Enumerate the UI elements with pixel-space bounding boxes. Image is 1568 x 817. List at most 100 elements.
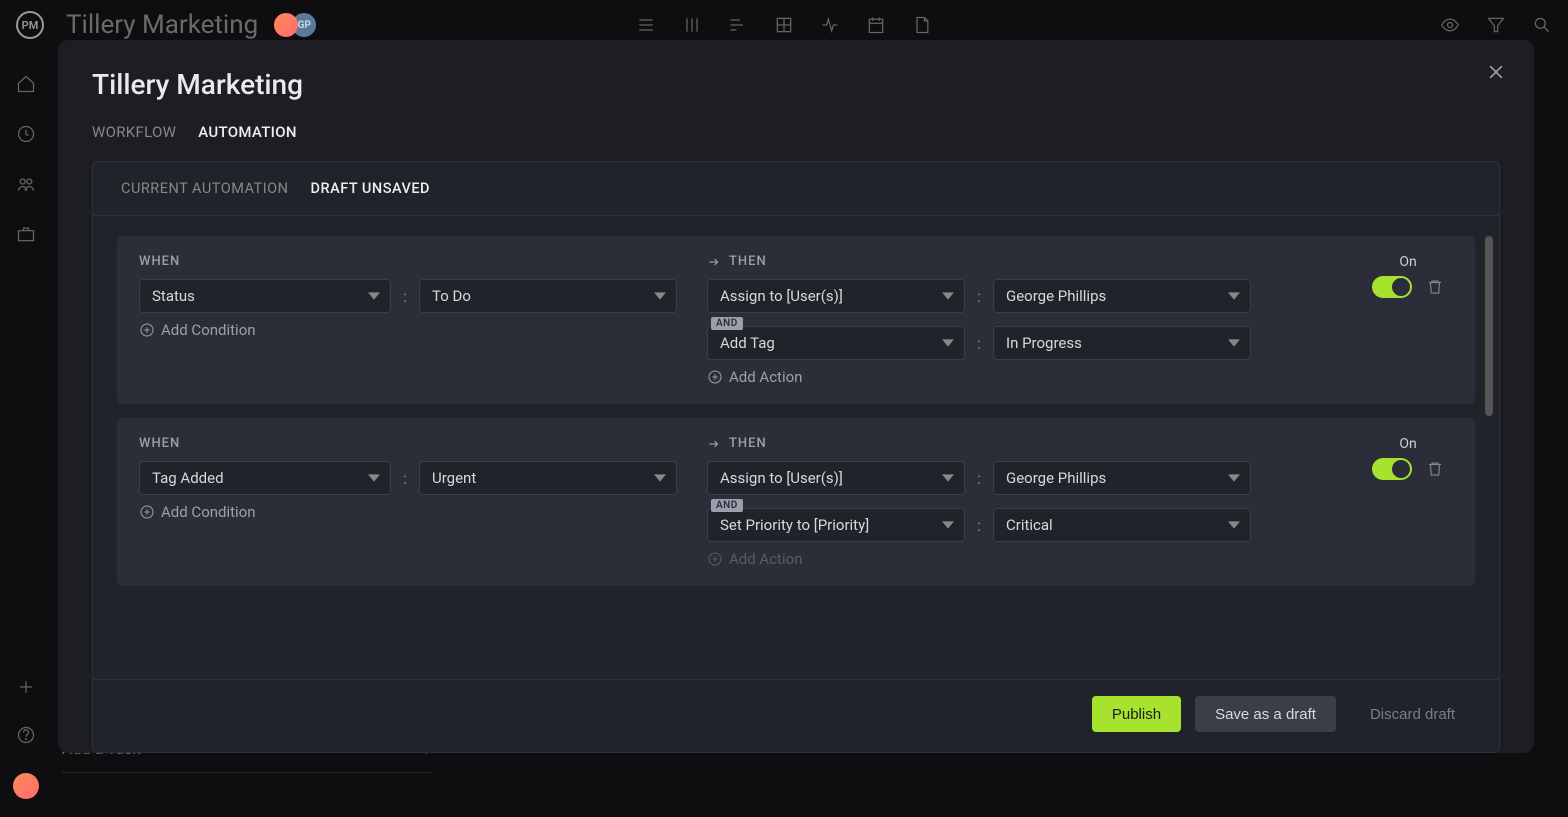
modal-footer: Publish Save as a draft Discard draft	[93, 679, 1499, 752]
colon-separator: :	[975, 287, 983, 306]
toggle-label: On	[1399, 436, 1416, 452]
activity-icon[interactable]	[820, 15, 840, 35]
action-value-select[interactable]: In Progress	[993, 326, 1251, 360]
when-field-select[interactable]: Status	[139, 279, 391, 313]
chevron-down-icon	[1228, 337, 1240, 349]
action-type-select[interactable]: Assign to [User(s)]	[707, 461, 965, 495]
briefcase-icon[interactable]	[16, 224, 36, 244]
chevron-down-icon	[1228, 472, 1240, 484]
action-type-text: Assign to [User(s)]	[720, 287, 843, 305]
user-avatar[interactable]	[13, 773, 39, 799]
chevron-down-icon	[368, 290, 380, 302]
when-label: WHEN	[139, 436, 699, 451]
action-value-text: In Progress	[1006, 334, 1082, 352]
subtab-current-automation[interactable]: CURRENT AUTOMATION	[121, 180, 288, 197]
history-icon[interactable]	[16, 124, 36, 144]
chevron-down-icon	[1228, 519, 1240, 531]
add-condition-label: Add Condition	[161, 503, 256, 521]
plus-icon[interactable]	[16, 677, 36, 697]
automation-rule: WHEN Status : To Do	[117, 236, 1475, 404]
team-icon[interactable]	[16, 174, 36, 194]
files-icon[interactable]	[912, 15, 932, 35]
chevron-down-icon	[654, 290, 666, 302]
modal-tabs: WORKFLOW AUTOMATION	[92, 123, 1500, 141]
eye-icon[interactable]	[1440, 15, 1460, 35]
board-view-icon[interactable]	[682, 15, 702, 35]
arrow-right-icon	[707, 255, 721, 269]
home-icon[interactable]	[16, 74, 36, 94]
add-condition-button[interactable]: Add Condition	[139, 321, 699, 339]
rule-toggle[interactable]	[1372, 276, 1412, 298]
subtab-draft-unsaved[interactable]: DRAFT UNSAVED	[310, 180, 430, 197]
tab-automation[interactable]: AUTOMATION	[198, 123, 297, 141]
header-actions	[1440, 15, 1552, 35]
table-view-icon[interactable]	[774, 15, 794, 35]
action-value-select[interactable]: Critical	[993, 508, 1251, 542]
plus-circle-icon	[707, 369, 723, 385]
when-field-select[interactable]: Tag Added	[139, 461, 391, 495]
chevron-down-icon	[1228, 290, 1240, 302]
member-avatars[interactable]: GP	[274, 13, 316, 37]
discard-draft-button[interactable]: Discard draft	[1350, 696, 1475, 732]
when-field-value: Tag Added	[152, 469, 224, 487]
action-value-select[interactable]: George Phillips	[993, 279, 1251, 313]
delete-rule-button[interactable]	[1426, 460, 1444, 478]
when-field-value: Status	[152, 287, 195, 305]
view-switcher	[636, 15, 932, 35]
colon-separator: :	[975, 469, 983, 488]
when-value-select[interactable]: To Do	[419, 279, 677, 313]
action-value-select[interactable]: George Phillips	[993, 461, 1251, 495]
publish-button[interactable]: Publish	[1092, 696, 1181, 732]
modal-title: Tillery Marketing	[92, 68, 1500, 101]
then-label: THEN	[707, 436, 1355, 451]
action-type-text: Assign to [User(s)]	[720, 469, 843, 487]
colon-separator: :	[401, 469, 409, 488]
save-draft-button[interactable]: Save as a draft	[1195, 696, 1336, 732]
arrow-right-icon	[707, 437, 721, 451]
when-label: WHEN	[139, 254, 699, 269]
chevron-down-icon	[654, 472, 666, 484]
list-view-icon[interactable]	[636, 15, 656, 35]
add-action-label: Add Action	[729, 550, 802, 568]
and-chip: AND	[711, 499, 743, 512]
help-icon[interactable]	[16, 725, 36, 745]
add-action-label: Add Action	[729, 368, 802, 386]
colon-separator: :	[975, 516, 983, 535]
delete-rule-button[interactable]	[1426, 278, 1444, 296]
project-title: Tillery Marketing	[66, 10, 258, 40]
rule-toggle[interactable]	[1372, 458, 1412, 480]
close-button[interactable]	[1486, 62, 1506, 82]
automation-modal: Tillery Marketing WORKFLOW AUTOMATION CU…	[58, 40, 1534, 753]
rules-container: WHEN Status : To Do	[93, 216, 1499, 679]
then-label: THEN	[707, 254, 1355, 269]
gantt-view-icon[interactable]	[728, 15, 748, 35]
action-type-select[interactable]: Add Tag	[707, 326, 965, 360]
action-type-select[interactable]: Assign to [User(s)]	[707, 279, 965, 313]
and-chip: AND	[711, 317, 743, 330]
tab-workflow[interactable]: WORKFLOW	[92, 123, 176, 141]
scrollbar[interactable]	[1485, 236, 1493, 416]
plus-circle-icon	[707, 551, 723, 567]
calendar-view-icon[interactable]	[866, 15, 886, 35]
when-value-select[interactable]: Urgent	[419, 461, 677, 495]
automation-panel: CURRENT AUTOMATION DRAFT UNSAVED WHEN St…	[92, 161, 1500, 753]
add-action-button[interactable]: Add Action	[707, 368, 1355, 386]
filter-icon[interactable]	[1486, 15, 1506, 35]
app-logo: PM	[16, 11, 44, 39]
action-value-text: Critical	[1006, 516, 1053, 534]
colon-separator: :	[401, 287, 409, 306]
chevron-down-icon	[942, 337, 954, 349]
action-value-text: George Phillips	[1006, 469, 1106, 487]
when-value-text: To Do	[432, 287, 471, 305]
chevron-down-icon	[942, 519, 954, 531]
chevron-down-icon	[942, 472, 954, 484]
chevron-down-icon	[368, 472, 380, 484]
scroll-fade	[117, 661, 1475, 679]
when-value-text: Urgent	[432, 469, 476, 487]
add-condition-button[interactable]: Add Condition	[139, 503, 699, 521]
toggle-label: On	[1399, 254, 1416, 270]
plus-circle-icon	[139, 322, 155, 338]
search-icon[interactable]	[1532, 15, 1552, 35]
action-type-select[interactable]: Set Priority to [Priority]	[707, 508, 965, 542]
add-action-button[interactable]: Add Action	[707, 550, 1355, 568]
